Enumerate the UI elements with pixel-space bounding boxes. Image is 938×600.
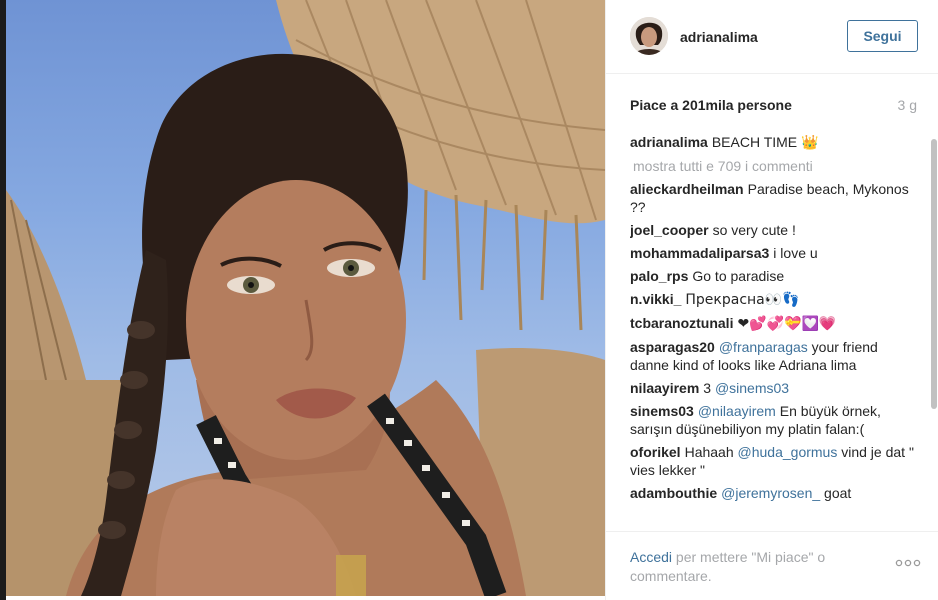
comment-text: 3 <box>703 380 712 396</box>
list-item: n.vikki_ Прекрасна👀👣 <box>630 290 920 309</box>
list-item: tcbaranoztunali ❤💕💞💝💟💗 <box>630 314 920 333</box>
list-item: joel_cooper so very cute ! <box>630 221 920 239</box>
comment-username[interactable]: n.vikki_ <box>630 291 681 307</box>
comment-mention[interactable]: @sinems03 <box>715 380 789 396</box>
likes-count: Piace a 201mila persone <box>630 97 792 113</box>
list-item: adambouthie @jeremyrosen_ goat <box>630 484 920 502</box>
avatar[interactable] <box>630 17 668 55</box>
comment-text: so very cute ! <box>712 222 796 238</box>
comment-username[interactable]: nilaayirem <box>630 380 699 396</box>
list-item: mohammadaliparsa3 i love u <box>630 244 920 262</box>
caption-text: BEACH TIME <box>711 134 798 150</box>
caption: adrianalima BEACH TIME 👑 <box>630 133 920 152</box>
login-link[interactable]: Accedi <box>630 549 672 565</box>
crown-icon: 👑 <box>801 135 819 151</box>
comment-username[interactable]: palo_rps <box>630 268 688 284</box>
post-details-panel: adrianalima Segui Piace a 201mila person… <box>605 0 938 600</box>
comment-username[interactable]: mohammadaliparsa3 <box>630 245 769 261</box>
more-dots-glyph <box>895 559 921 567</box>
list-item: asparagas20 @franparagas your friend dann… <box>630 338 920 374</box>
comment-text: i love u <box>773 245 818 261</box>
comment-username[interactable]: adambouthie <box>630 485 717 501</box>
list-item: alieckardheilman Paradise beach, Mykonos … <box>630 180 920 216</box>
comment-username[interactable]: tcbaranoztunali <box>630 315 733 331</box>
list-item: palo_rps Go to paradise <box>630 267 920 285</box>
comment-mention[interactable]: @franparagas <box>719 339 808 355</box>
likes-row: Piace a 201mila persone 3 g <box>630 97 917 115</box>
comments-list[interactable]: adrianalima BEACH TIME 👑 mostra tutti e 7… <box>630 133 920 529</box>
comment-text: Прекрасна👀👣 <box>685 292 800 308</box>
caption-username[interactable]: adrianalima <box>630 134 708 150</box>
list-item: oforikel Hahaah @huda_gormus vind je dat … <box>630 443 920 479</box>
post-footer: Accedi per mettere "Mi piace" o commenta… <box>606 531 938 600</box>
comment-text: Hahaah <box>684 444 734 460</box>
comment-text: ❤💕💞💝💟💗 <box>737 316 837 332</box>
comment-text: goat <box>824 485 852 501</box>
post-header: adrianalima Segui <box>606 0 938 74</box>
more-dots-icon[interactable] <box>895 558 921 570</box>
comment-username[interactable]: sinems03 <box>630 403 694 419</box>
view-all-comments[interactable]: mostra tutti e 709 i commenti <box>633 157 920 175</box>
comments-scrollbar[interactable] <box>931 133 937 529</box>
login-prompt: Accedi per mettere "Mi piace" o commenta… <box>630 548 860 586</box>
comment-username[interactable]: oforikel <box>630 444 681 460</box>
post-time[interactable]: 3 g <box>898 97 917 113</box>
scrollbar-thumb[interactable] <box>931 139 937 409</box>
list-item: sinems03 @nilaayirem En büyük örnek, sarı… <box>630 402 920 438</box>
username[interactable]: adrianalima <box>680 29 758 45</box>
comment-mention[interactable]: @nilaayirem <box>698 403 776 419</box>
follow-button[interactable]: Segui <box>847 20 918 52</box>
post-photo[interactable] <box>6 0 605 596</box>
comment-mention[interactable]: @huda_gormus <box>738 444 838 460</box>
comment-text: Go to paradise <box>692 268 785 284</box>
comment-username[interactable]: joel_cooper <box>630 222 709 238</box>
list-item: nilaayirem 3 @sinems03 <box>630 379 920 397</box>
comment-username[interactable]: asparagas20 <box>630 339 715 355</box>
comment-username[interactable]: alieckardheilman <box>630 181 744 197</box>
comment-mention[interactable]: @jeremyrosen_ <box>721 485 820 501</box>
